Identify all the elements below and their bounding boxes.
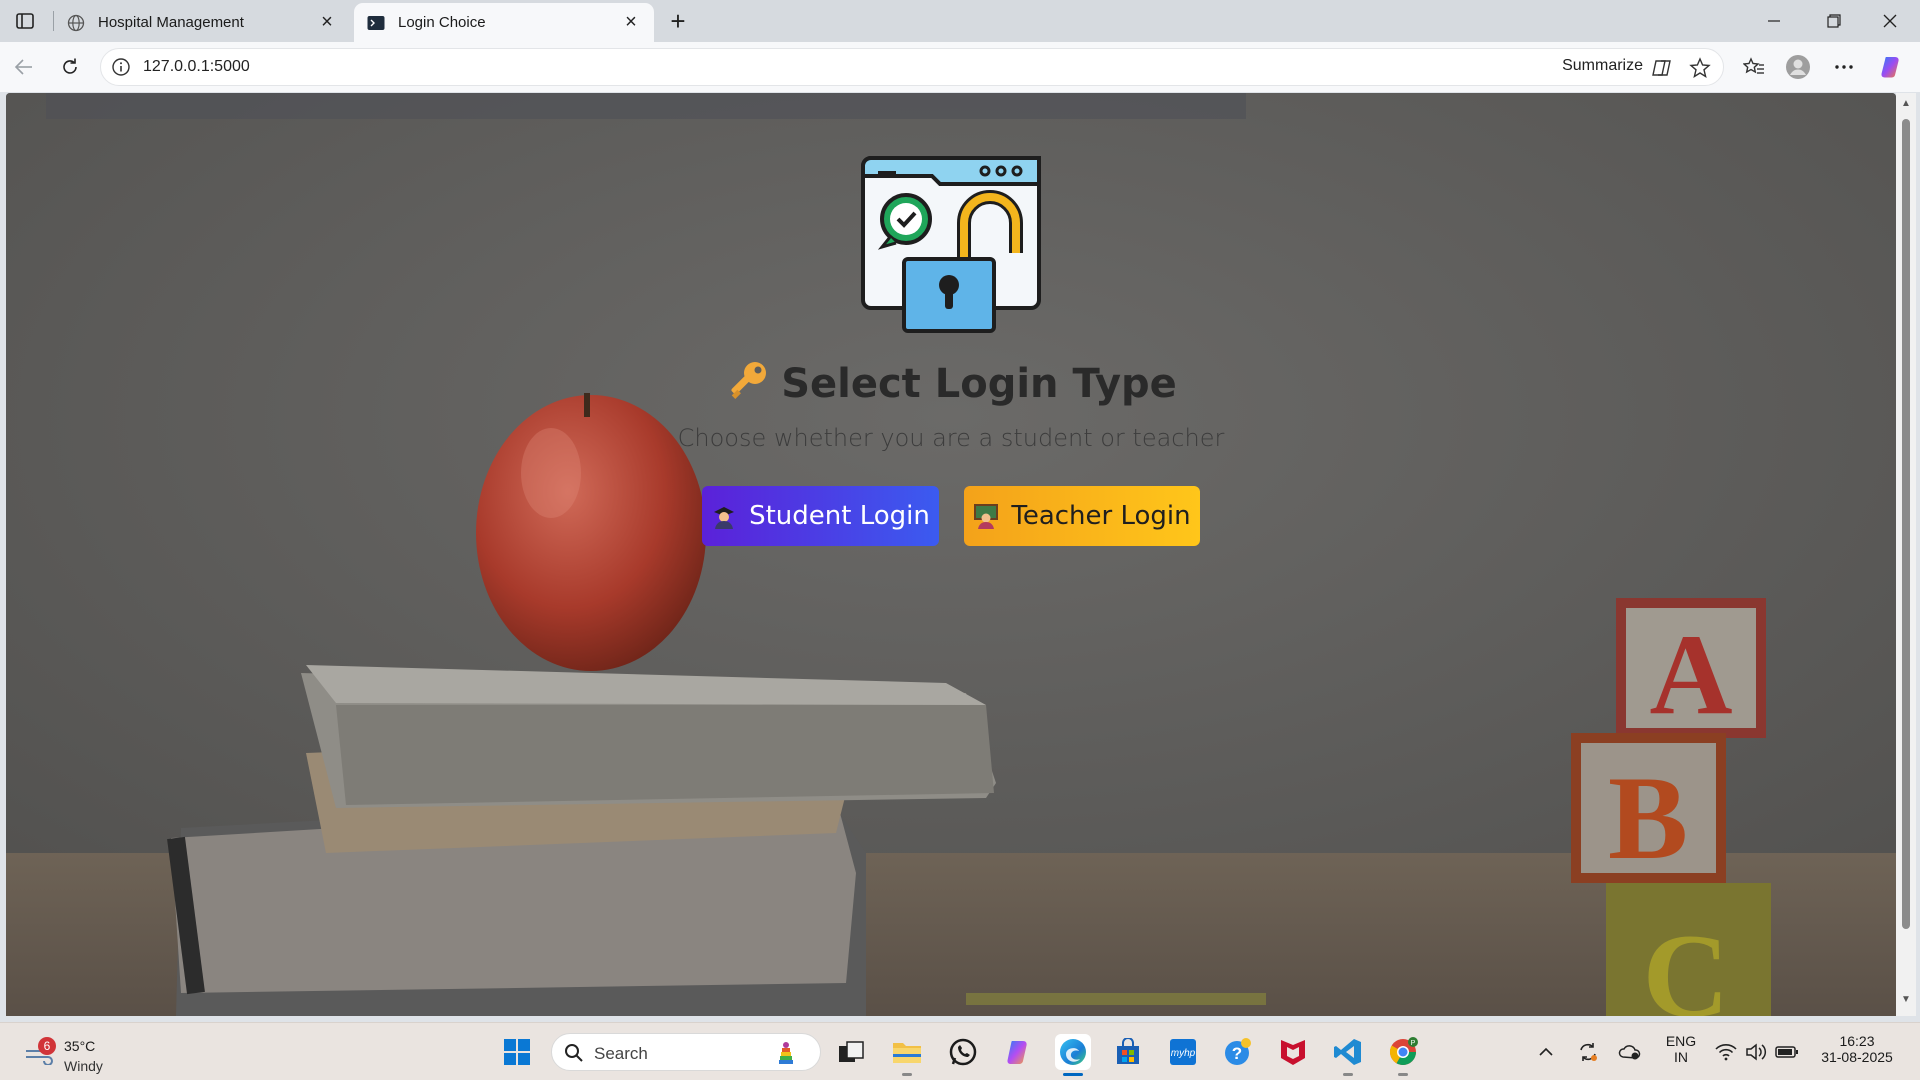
mcafee-icon[interactable]: [1275, 1034, 1311, 1070]
region-code: IN: [1674, 1049, 1688, 1065]
tab-login-choice[interactable]: Login Choice ×: [354, 3, 654, 42]
notification-badge: 6: [38, 1037, 56, 1055]
summarize-button[interactable]: Summarize: [1562, 57, 1643, 75]
favorite-star-icon[interactable]: [1689, 57, 1711, 79]
stacking-rings-icon: [779, 1042, 793, 1064]
student-login-button[interactable]: Student Login: [702, 486, 939, 546]
new-tab-button[interactable]: +: [664, 6, 692, 36]
globe-icon: [66, 13, 86, 33]
scroll-up-icon[interactable]: ▲: [1900, 99, 1912, 109]
search-icon: [565, 1044, 583, 1062]
vertical-scrollbar[interactable]: ▲ ▼: [1896, 93, 1916, 1016]
minimize-button[interactable]: [1748, 4, 1800, 38]
teacher-icon: [974, 504, 999, 529]
address-bar[interactable]: 127.0.0.1:5000 Summarize: [100, 48, 1724, 86]
myhp-icon[interactable]: myhp: [1165, 1034, 1201, 1070]
tab-hospital-management[interactable]: Hospital Management ×: [54, 3, 350, 42]
refresh-button[interactable]: [54, 51, 86, 83]
volume-icon[interactable]: [1742, 1034, 1770, 1070]
profile-avatar[interactable]: [1782, 51, 1814, 83]
wifi-icon[interactable]: [1712, 1034, 1740, 1070]
get-help-icon[interactable]: ?: [1220, 1034, 1256, 1070]
site-info-icon[interactable]: [111, 57, 131, 77]
tab-title: Hospital Management: [98, 14, 244, 31]
weather-temperature: 35°C: [64, 1038, 96, 1054]
chevron-up-icon[interactable]: [1534, 1034, 1558, 1070]
tab-title: Login Choice: [398, 14, 486, 31]
key-icon: [731, 362, 767, 399]
sync-icon[interactable]: [1574, 1034, 1602, 1070]
more-menu-icon[interactable]: [1828, 51, 1860, 83]
clock-time: 16:23: [1839, 1033, 1875, 1049]
student-icon: [714, 507, 735, 529]
tab-strip: Hospital Management × Login Choice × +: [0, 0, 1920, 42]
running-indicator: [1343, 1073, 1353, 1076]
system-clock[interactable]: 16:23 31-08-2025: [1812, 1033, 1902, 1065]
task-view-icon[interactable]: [833, 1034, 869, 1070]
battery-icon[interactable]: [1772, 1034, 1802, 1070]
teacher-login-label: Teacher Login: [1011, 501, 1191, 531]
page-viewport: A B C Select Login Type Choose whether y…: [6, 93, 1896, 1016]
login-choice-panel: Select Login Type Choose whether you are…: [6, 93, 1896, 1016]
svg-text:myhp: myhp: [1171, 1048, 1196, 1059]
student-login-label: Student Login: [749, 501, 930, 531]
heading-text: Select Login Type: [781, 361, 1177, 407]
url-text: 127.0.0.1:5000: [143, 58, 250, 75]
running-indicator: [902, 1073, 912, 1076]
language-code: ENG: [1665, 1033, 1697, 1049]
taskbar-search[interactable]: Search: [551, 1033, 821, 1071]
close-window-button[interactable]: [1864, 4, 1916, 38]
scroll-thumb[interactable]: [1902, 119, 1910, 929]
browser-toolbar: 127.0.0.1:5000 Summarize: [0, 42, 1920, 92]
teacher-login-button[interactable]: Teacher Login: [964, 486, 1200, 546]
microsoft-store-icon[interactable]: [1110, 1034, 1146, 1070]
page-heading: Select Login Type: [6, 359, 1896, 407]
whatsapp-icon[interactable]: [945, 1034, 981, 1070]
copilot-icon[interactable]: [1876, 51, 1908, 83]
onedrive-icon[interactable]: [1616, 1034, 1644, 1070]
search-label: Search: [594, 1044, 648, 1063]
vscode-icon[interactable]: [1330, 1034, 1366, 1076]
page-subtitle: Choose whether you are a student or teac…: [677, 424, 1225, 452]
close-icon[interactable]: ×: [620, 11, 642, 34]
svg-text:P: P: [1411, 1040, 1416, 1047]
running-indicator: [1063, 1073, 1083, 1076]
close-icon[interactable]: ×: [316, 11, 338, 34]
restore-button[interactable]: [1808, 4, 1860, 38]
windows-taskbar: 6 35°C Windy Search myhp ? P ENG IN 16:2…: [0, 1022, 1920, 1080]
edge-browser-icon[interactable]: [1055, 1034, 1091, 1076]
copilot-app-icon[interactable]: [1000, 1034, 1036, 1070]
running-indicator: [1398, 1073, 1408, 1076]
language-indicator[interactable]: ENG IN: [1663, 1033, 1699, 1065]
favorites-icon[interactable]: [1738, 51, 1770, 83]
weather-condition: Windy: [64, 1058, 103, 1074]
svg-text:?: ?: [1232, 1044, 1242, 1063]
back-button[interactable]: [8, 51, 40, 83]
file-explorer-icon[interactable]: [889, 1034, 925, 1076]
clock-date: 31-08-2025: [1821, 1049, 1893, 1065]
weather-widget[interactable]: 6 35°C Windy: [22, 1031, 132, 1075]
scroll-down-icon[interactable]: ▼: [1900, 995, 1912, 1005]
chrome-icon[interactable]: P: [1385, 1034, 1421, 1076]
copilot-summarize-icon[interactable]: [1651, 57, 1673, 79]
tab-actions-icon[interactable]: [10, 8, 40, 34]
start-button[interactable]: [499, 1034, 535, 1070]
unlock-browser-illustration: [861, 156, 1041, 333]
terminal-icon: [366, 13, 386, 33]
